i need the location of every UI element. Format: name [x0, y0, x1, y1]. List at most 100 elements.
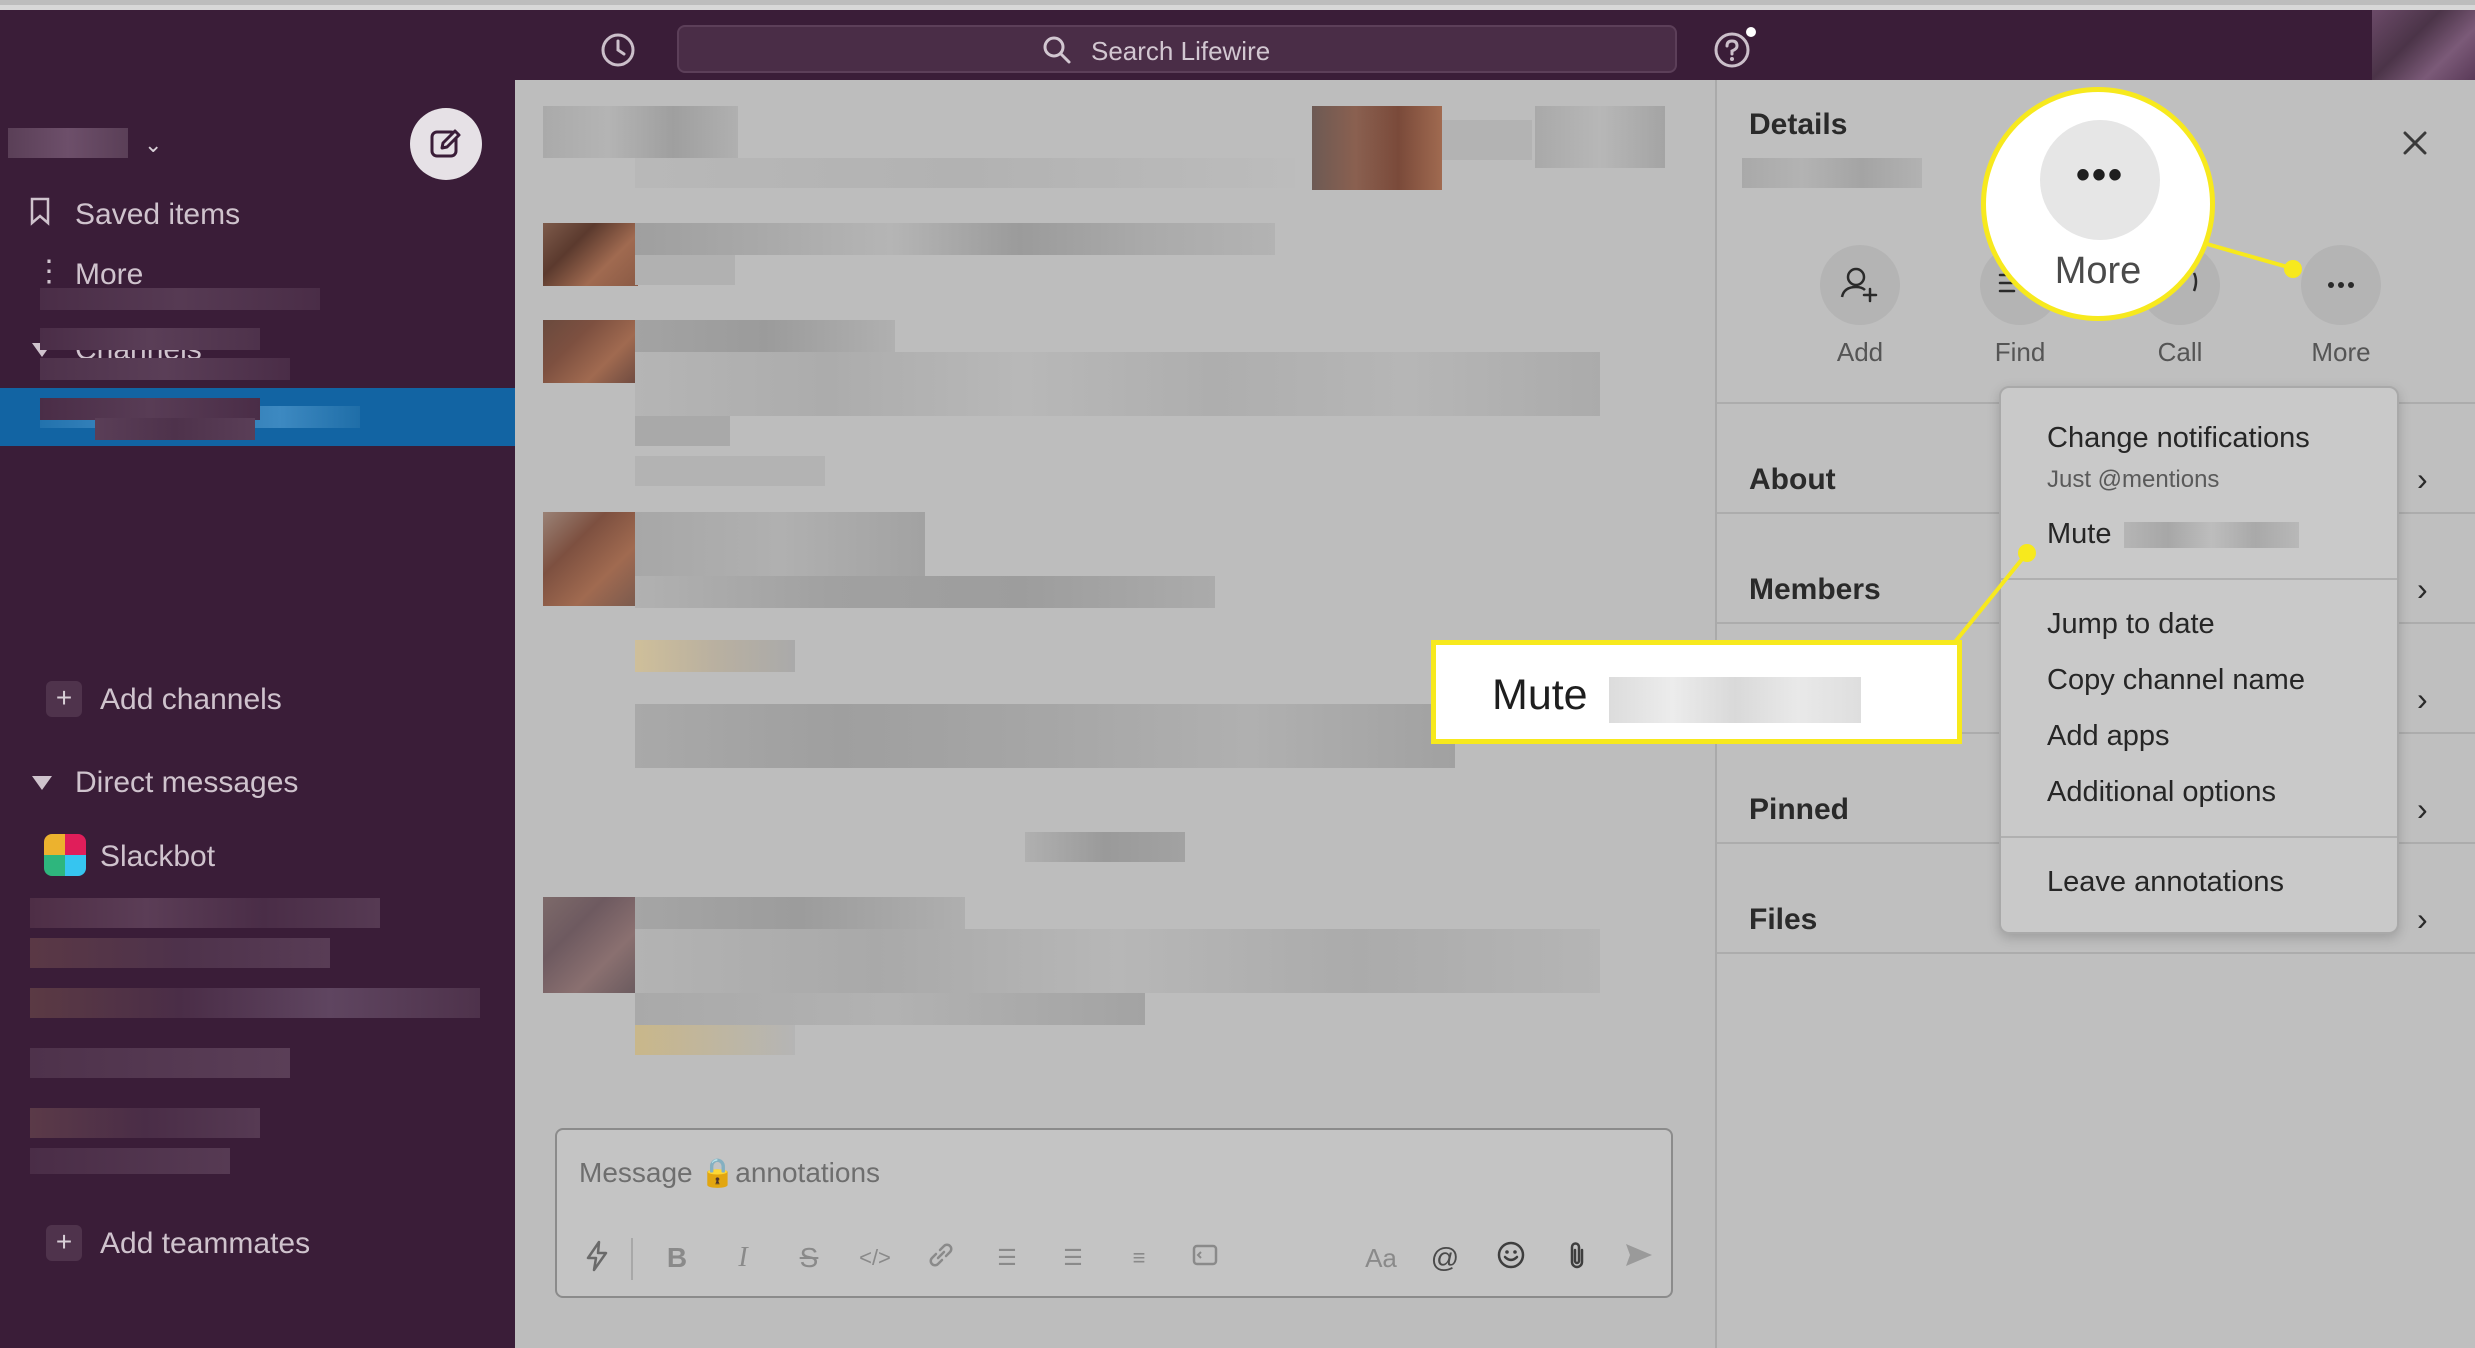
message-text-redacted [635, 456, 825, 486]
close-icon[interactable] [2397, 125, 2433, 161]
sidebar-dm-slackbot[interactable]: Slackbot [0, 826, 515, 886]
user-avatar[interactable] [543, 223, 638, 286]
mention-icon[interactable]: @ [1427, 1240, 1463, 1276]
message-text-redacted [635, 416, 730, 446]
chevron-down-icon[interactable]: ⌄ [144, 132, 162, 158]
add-label: Add [1836, 337, 1884, 367]
menu-item-change-notifications[interactable]: Change notifications [2047, 422, 2310, 455]
code-block-icon[interactable] [1187, 1240, 1223, 1276]
emoji-icon[interactable] [1493, 1240, 1529, 1276]
user-avatar[interactable] [543, 512, 638, 606]
top-bar: Search Lifewire [0, 5, 2475, 80]
message-text-redacted [635, 704, 1455, 768]
menu-item-additional-options[interactable]: Additional options [2047, 776, 2276, 809]
menu-item-jump-to-date[interactable]: Jump to date [2047, 608, 2215, 641]
user-avatar[interactable] [543, 897, 638, 993]
channel-header-redacted [1312, 106, 1442, 190]
sidebar-channel[interactable] [40, 398, 260, 420]
more-horizontal-icon: ••• [2040, 120, 2160, 240]
message-text-redacted [635, 993, 1145, 1025]
more-label: More [2311, 337, 2371, 367]
message-text-redacted [635, 255, 735, 285]
add-channels-button[interactable]: + Add channels [0, 673, 515, 723]
divider [1717, 952, 2475, 954]
caret-down-icon [32, 776, 52, 790]
add-teammates-label: Add teammates [100, 1227, 311, 1260]
bookmark-icon [28, 196, 58, 232]
search-input[interactable]: Search Lifewire [677, 25, 1677, 73]
date-divider-redacted [1025, 832, 1185, 862]
sidebar-channel[interactable] [40, 288, 320, 310]
sidebar-channel[interactable] [95, 418, 255, 440]
strikethrough-icon[interactable]: S [791, 1240, 827, 1276]
menu-item-copy-channel-name[interactable]: Copy channel name [2047, 664, 2305, 697]
chevron-right-icon: › [2417, 461, 2428, 497]
add-button[interactable]: Add [1805, 245, 1915, 368]
channel-name-redacted [2124, 522, 2299, 548]
menu-item-leave[interactable]: Leave annotations [2047, 866, 2284, 899]
sidebar-dm[interactable] [30, 898, 380, 928]
message-text-redacted [635, 512, 925, 576]
sidebar-dm[interactable] [30, 988, 480, 1018]
message-input[interactable]: Message 🔒annotations [579, 1156, 880, 1189]
attach-icon[interactable] [1559, 1240, 1595, 1276]
ordered-list-icon[interactable]: ☰ [989, 1240, 1025, 1276]
message-header-redacted [635, 320, 895, 352]
menu-item-add-apps[interactable]: Add apps [2047, 720, 2170, 753]
row-label: Pinned [1749, 793, 1850, 826]
sidebar-dm[interactable] [30, 1048, 290, 1078]
channel-header-redacted [1442, 120, 1532, 160]
mute-callout-label: Mute [1492, 671, 1588, 719]
chevron-right-icon: › [2417, 681, 2428, 717]
send-icon[interactable] [1621, 1240, 1657, 1276]
message-text-redacted [635, 352, 1600, 416]
sidebar-channel[interactable] [40, 358, 290, 380]
sidebar-dm[interactable] [30, 1148, 230, 1174]
sidebar-dm[interactable] [30, 938, 330, 968]
message-text-redacted [635, 158, 1295, 188]
sidebar: ⌄ Saved items ⋮ More Channels + Add chan… [0, 80, 515, 1348]
italic-icon[interactable]: I [725, 1240, 761, 1276]
code-icon[interactable]: </> [857, 1240, 893, 1276]
toolbar-divider [631, 1238, 633, 1280]
blockquote-icon[interactable]: ≡ [1121, 1240, 1157, 1276]
call-label: Call [2157, 337, 2203, 367]
bullet-list-icon[interactable]: ☰ [1055, 1240, 1091, 1276]
channel-name-redacted [1609, 677, 1861, 723]
bold-icon[interactable]: B [659, 1240, 695, 1276]
row-label: About [1749, 463, 1836, 496]
avatar[interactable] [2372, 10, 2475, 80]
menu-divider [2001, 578, 2397, 580]
message-header-redacted [543, 106, 738, 158]
reaction-redacted[interactable] [635, 640, 795, 672]
link-icon[interactable] [923, 1240, 959, 1276]
slackbot-label: Slackbot [100, 840, 216, 873]
more-menu: Change notifications Just @mentions Mute… [1999, 386, 2399, 934]
reaction-redacted[interactable] [635, 1025, 795, 1055]
more-horizontal-icon [2301, 245, 2381, 325]
add-person-icon [1820, 245, 1900, 325]
channel-header-redacted [1535, 106, 1665, 168]
workspace-name[interactable] [8, 128, 128, 158]
menu-item-mute[interactable]: Mute [2047, 518, 2111, 551]
clock-icon[interactable] [598, 30, 638, 70]
message-text-redacted [635, 223, 1275, 255]
sidebar-item-saved[interactable]: Saved items [0, 190, 515, 240]
details-title: Details [1749, 108, 1848, 141]
shortcuts-icon[interactable] [579, 1240, 615, 1276]
notification-dot [1743, 24, 1759, 40]
plus-icon: + [46, 681, 82, 717]
chevron-right-icon: › [2417, 791, 2428, 827]
add-teammates-button[interactable]: + Add teammates [0, 1217, 515, 1267]
compose-button[interactable] [410, 108, 482, 180]
compose-icon [430, 129, 461, 158]
message-header-redacted [635, 897, 965, 929]
sidebar-channel[interactable] [40, 328, 260, 350]
format-toggle-button[interactable]: Aa [1363, 1240, 1399, 1276]
chevron-right-icon: › [2417, 901, 2428, 937]
user-avatar[interactable] [543, 320, 638, 383]
message-composer[interactable]: Message 🔒annotations B I S </> ☰ ☰ ≡ Aa … [555, 1128, 1673, 1298]
direct-messages-section[interactable]: Direct messages [0, 758, 515, 808]
more-button[interactable]: More [2286, 245, 2396, 368]
sidebar-dm[interactable] [30, 1108, 260, 1138]
